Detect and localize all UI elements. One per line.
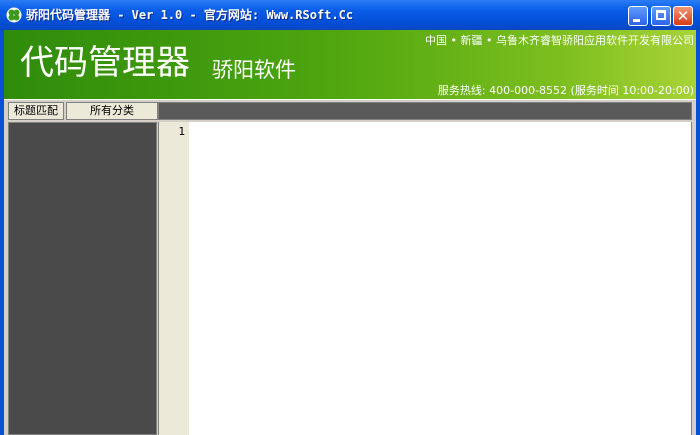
line-number-gutter: 1 xyxy=(158,122,189,435)
line-number: 1 xyxy=(178,125,185,138)
tab-all-categories[interactable]: 所有分类 xyxy=(66,102,158,120)
close-button[interactable]: ✕ xyxy=(673,6,693,26)
code-editor[interactable] xyxy=(189,122,692,435)
minimize-button[interactable] xyxy=(628,6,648,26)
tab-title-match[interactable]: 标题匹配 xyxy=(8,102,64,120)
maximize-icon xyxy=(656,10,666,20)
category-tree-panel[interactable] xyxy=(8,122,157,435)
service-hotline: 服务热线: 400-000-8552 (服务时间 10:00-20:00) xyxy=(437,84,694,97)
editor-header-bar xyxy=(158,102,692,120)
header-banner: 代码管理器 骄阳软件 中国 • 新疆 • 乌鲁木齐睿智骄阳应用软件开发有限公司 … xyxy=(4,30,696,100)
main-window: 骄阳代码管理器 - Ver 1.0 - 官方网站: Www.RSoft.Cc ✕… xyxy=(0,0,700,435)
company-info: 中国 • 新疆 • 乌鲁木齐睿智骄阳应用软件开发有限公司 xyxy=(425,34,694,47)
minimize-icon xyxy=(633,19,640,22)
window-title: 骄阳代码管理器 - Ver 1.0 - 官方网站: Www.RSoft.Cc xyxy=(26,8,354,22)
banner-title: 代码管理器 xyxy=(20,43,190,83)
close-icon: ✕ xyxy=(676,7,690,25)
app-clover-icon xyxy=(6,7,22,23)
window-body: 代码管理器 骄阳软件 中国 • 新疆 • 乌鲁木齐睿智骄阳应用软件开发有限公司 … xyxy=(4,30,696,435)
maximize-button[interactable] xyxy=(651,6,671,26)
banner-subtitle: 骄阳软件 xyxy=(212,58,296,82)
title-bar[interactable]: 骄阳代码管理器 - Ver 1.0 - 官方网站: Www.RSoft.Cc ✕ xyxy=(0,0,700,30)
